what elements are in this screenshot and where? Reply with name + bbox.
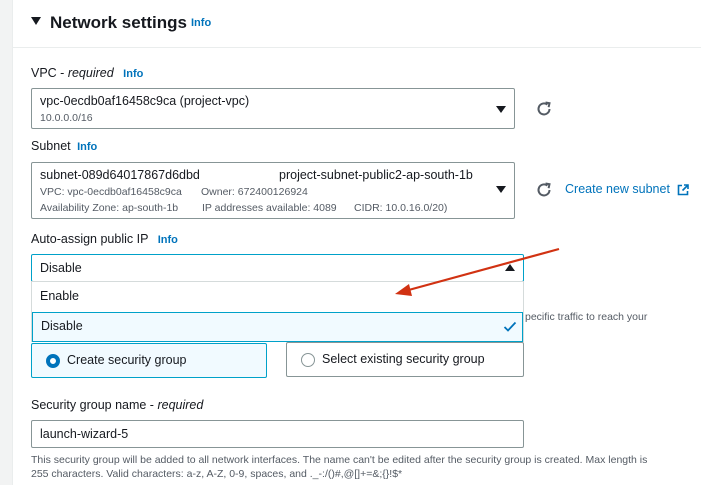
vpc-cidr: 10.0.0.0/16 — [40, 112, 93, 124]
network-settings-panel: Network settings Info VPC - required Inf… — [12, 0, 701, 485]
sg-name-input[interactable]: launch-wizard-5 — [31, 420, 524, 448]
chevron-down-icon — [496, 186, 506, 193]
sg-name-value: launch-wizard-5 — [40, 427, 129, 441]
checkmark-icon — [503, 321, 517, 332]
public-ip-value: Disable — [40, 261, 82, 275]
external-link-icon[interactable] — [677, 184, 689, 196]
partially-hidden-text: pecific traffic to reach your — [525, 311, 648, 323]
subnet-owner: Owner: 672400126924 — [201, 186, 308, 198]
annotation-arrow — [395, 247, 560, 296]
refresh-icon[interactable] — [535, 100, 553, 118]
create-security-group-radio[interactable] — [46, 354, 60, 368]
subnet-name: project-subnet-public2-ap-south-1b — [279, 168, 473, 182]
section-title: Network settings — [50, 13, 187, 32]
create-new-subnet-link[interactable]: Create new subnet — [565, 182, 670, 196]
create-security-group-option[interactable]: Create security group — [31, 343, 267, 378]
vpc-label: VPC - required Info — [31, 66, 144, 80]
subnet-cidr: CIDR: 10.0.16.0/20) — [354, 202, 448, 214]
section-header[interactable]: Network settings Info — [13, 0, 701, 48]
subnet-label: Subnet Info — [31, 139, 98, 153]
vpc-value: vpc-0ecdb0af16458c9ca (project-vpc) — [40, 94, 250, 108]
caret-down-icon[interactable] — [31, 17, 41, 25]
subnet-id: subnet-089d64017867d6dbd — [40, 168, 200, 182]
select-existing-security-group-radio[interactable] — [301, 353, 315, 367]
public-ip-info-link[interactable]: Info — [158, 234, 178, 246]
sg-name-label: Security group name - required — [31, 398, 204, 412]
select-existing-security-group-label: Select existing security group — [322, 352, 485, 366]
vpc-select[interactable]: vpc-0ecdb0af16458c9ca (project-vpc) 10.0… — [31, 88, 515, 129]
create-security-group-label: Create security group — [67, 353, 187, 367]
sg-name-helper: This security group will be added to all… — [31, 454, 648, 480]
subnet-vpc: VPC: vpc-0ecdb0af16458c9ca — [40, 186, 182, 198]
public-ip-label: Auto-assign public IP Info — [31, 232, 178, 246]
subnet-ips: IP addresses available: 4089 — [202, 202, 337, 214]
vpc-required: required — [67, 66, 114, 80]
subnet-select[interactable]: subnet-089d64017867d6dbd project-subnet-… — [31, 162, 515, 219]
section-info-link[interactable]: Info — [191, 17, 211, 29]
select-existing-security-group-option[interactable]: Select existing security group — [286, 342, 524, 377]
chevron-down-icon — [496, 106, 506, 113]
sg-name-required: required — [157, 398, 204, 412]
vpc-info-link[interactable]: Info — [123, 68, 143, 80]
option-disable[interactable]: Disable — [32, 312, 523, 342]
subnet-info-link[interactable]: Info — [77, 141, 97, 153]
refresh-icon[interactable] — [535, 181, 553, 199]
subnet-az: Availability Zone: ap-south-1b — [40, 202, 179, 214]
